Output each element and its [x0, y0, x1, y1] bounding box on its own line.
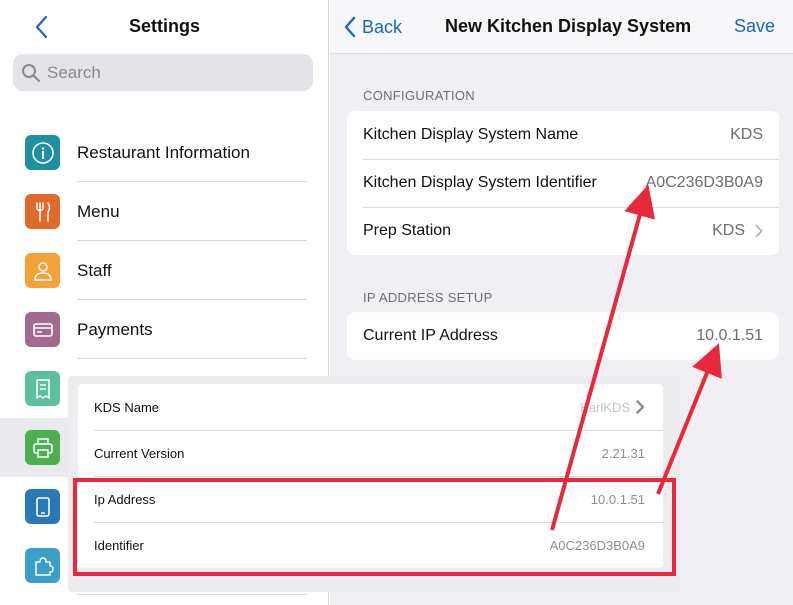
- puzzle-icon: [25, 548, 60, 583]
- configuration-group: Kitchen Display System Name KDS Kitchen …: [347, 111, 779, 255]
- current-ip-row[interactable]: Current IP Address 10.0.1.51: [347, 312, 779, 360]
- kds-name-row[interactable]: Kitchen Display System Name KDS: [347, 111, 779, 159]
- kds-identifier-row[interactable]: Kitchen Display System Identifier A0C236…: [347, 159, 779, 207]
- row-label: Current IP Address: [363, 327, 498, 344]
- printer-icon: [25, 430, 60, 465]
- sidebar-item-label: Menu: [77, 201, 120, 221]
- current-ip-value: 10.0.1.51: [696, 327, 763, 344]
- sidebar-item-label: Restaurant Information: [77, 142, 250, 162]
- back-label: Back: [362, 16, 403, 37]
- sidebar-item-payments[interactable]: Payments: [0, 300, 329, 359]
- divider: [77, 594, 307, 595]
- current-version-row: Current Version 2.21.31: [78, 430, 663, 476]
- row-value: KDS: [712, 222, 763, 240]
- search-bar[interactable]: Search: [13, 54, 313, 91]
- sidebar-item-label: Payments: [77, 319, 153, 339]
- row-label: Prep Station: [363, 222, 452, 239]
- row-label: Kitchen Display System Identifier: [363, 174, 597, 191]
- save-button[interactable]: Save: [734, 16, 775, 37]
- row-value: A0C236D3B0A9: [646, 174, 763, 192]
- chevron-left-icon: [344, 16, 356, 38]
- kds-device-name-row[interactable]: KDS Name KarlKDS: [78, 384, 663, 430]
- kds-identifier-value: A0C236D3B0A9: [645, 174, 763, 191]
- receipt-icon: [25, 371, 60, 406]
- row-label: Kitchen Display System Name: [363, 126, 579, 143]
- ip-setup-group: Current IP Address 10.0.1.51: [347, 312, 779, 360]
- navigation-bar: Back New Kitchen Display System Save: [330, 0, 793, 54]
- ip-setup-header: IP ADDRESS SETUP: [363, 290, 493, 305]
- search-placeholder: Search: [47, 62, 101, 82]
- fork-knife-icon: [25, 194, 60, 229]
- sidebar-item-restaurant-information[interactable]: Restaurant Information: [0, 123, 329, 182]
- kds-name-value: KDS: [730, 126, 763, 143]
- chevron-right-icon: [636, 400, 645, 414]
- configuration-header: CONFIGURATION: [363, 88, 475, 103]
- row-value: KDS: [730, 126, 763, 144]
- row-value: KarlKDS: [580, 400, 645, 415]
- prep-station-row[interactable]: Prep Station KDS: [347, 207, 779, 255]
- info-icon: [25, 135, 60, 170]
- person-icon: [25, 253, 60, 288]
- sidebar-item-staff[interactable]: Staff: [0, 241, 329, 300]
- annotation-highlight-box: [73, 478, 676, 576]
- card-icon: [25, 312, 60, 347]
- sidebar-title: Settings: [128, 16, 200, 36]
- row-label: KDS Name: [94, 399, 160, 415]
- sidebar-item-label: Staff: [77, 260, 112, 280]
- search-icon: [22, 63, 41, 82]
- sidebar-item-menu[interactable]: Menu: [0, 182, 329, 241]
- prep-station-value: KDS: [712, 222, 745, 239]
- row-value: 10.0.1.51: [696, 327, 763, 345]
- sidebar-header: Settings: [0, 0, 329, 54]
- tablet-icon: [25, 489, 60, 524]
- kds-device-name-value: KarlKDS: [580, 399, 630, 415]
- chevron-right-icon: [755, 224, 763, 238]
- back-button[interactable]: Back: [344, 14, 402, 40]
- current-version-value: 2.21.31: [601, 445, 645, 461]
- row-label: Current Version: [94, 445, 185, 461]
- page-title: New Kitchen Display System: [445, 16, 692, 36]
